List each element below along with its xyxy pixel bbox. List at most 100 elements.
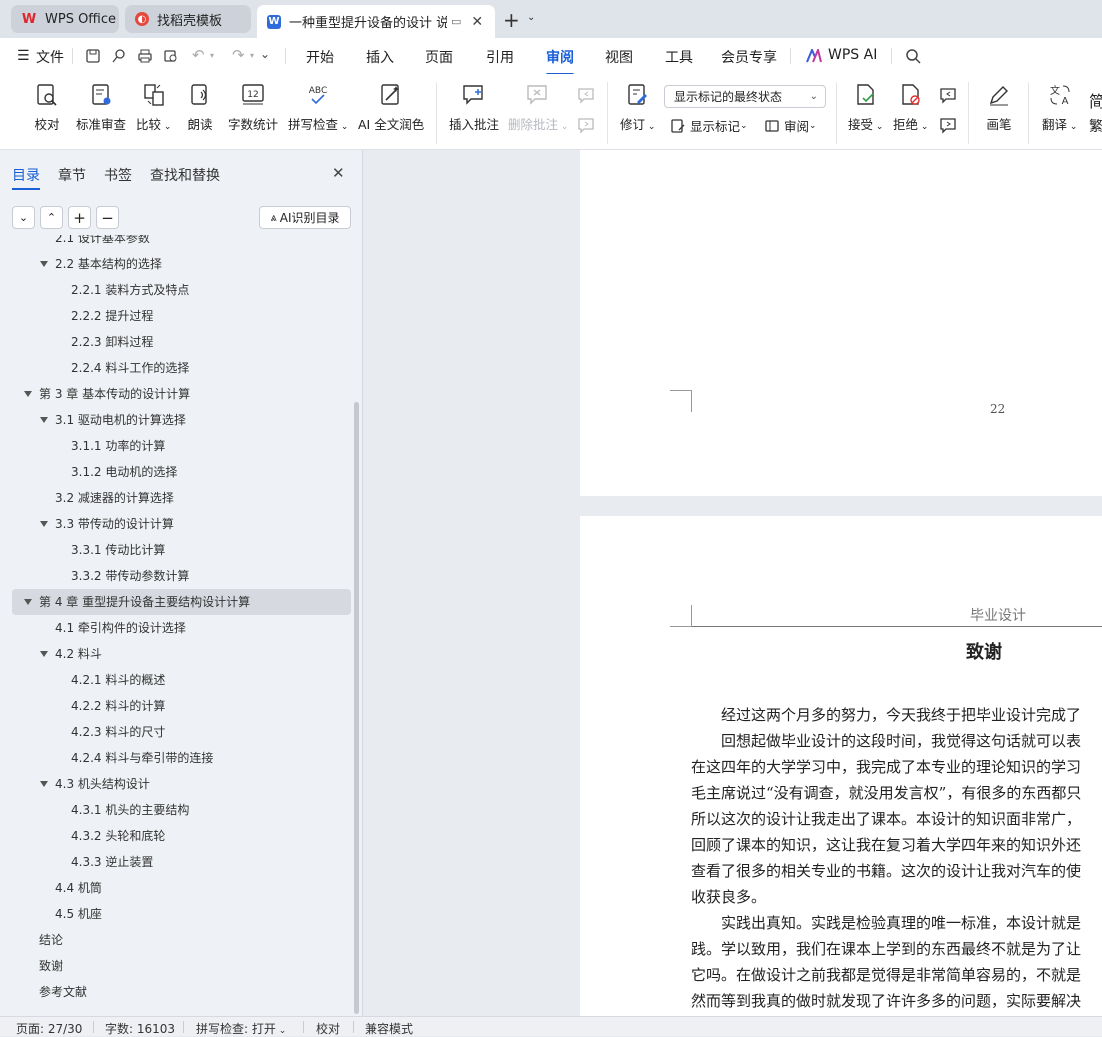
translate-button[interactable]: 文A 翻译 ⌄ bbox=[1042, 82, 1077, 133]
collapse-button[interactable]: ⌄ bbox=[12, 206, 35, 229]
toc-item[interactable]: 2.2.4 料斗工作的选择 bbox=[12, 355, 351, 381]
spell-check-button[interactable]: ABC 拼写检查 ⌄ bbox=[288, 82, 348, 133]
tab-document[interactable]: W 一种重型提升设备的设计 说明 ▭ ✕ bbox=[257, 5, 495, 38]
toc-item[interactable]: 4.4 机筒 bbox=[12, 875, 351, 901]
prev-comment-icon[interactable] bbox=[576, 86, 596, 106]
toc-item[interactable]: 4.3.3 逆止装置 bbox=[12, 849, 351, 875]
toc-item[interactable]: 2.2.2 提升过程 bbox=[12, 303, 351, 329]
menu-references[interactable]: 引用 bbox=[486, 47, 514, 67]
accept-button[interactable]: 接受 ⌄ bbox=[848, 82, 883, 133]
toc-item[interactable]: 3.1.1 功率的计算 bbox=[12, 433, 351, 459]
tab-wps-office[interactable]: W WPS Office bbox=[11, 5, 119, 33]
toc-item[interactable]: 3.1 驱动电机的计算选择 bbox=[12, 407, 351, 433]
expand-arrow-icon[interactable] bbox=[40, 651, 48, 657]
menu-review[interactable]: 审阅 bbox=[546, 47, 574, 76]
add-heading-button[interactable]: + bbox=[68, 206, 91, 229]
delete-comment-button[interactable]: 删除批注 ⌄ bbox=[508, 82, 568, 133]
close-pane-icon[interactable]: ✕ bbox=[332, 164, 345, 182]
tab-docer[interactable]: ◐ 找稻壳模板 bbox=[125, 5, 251, 33]
toc-item[interactable]: 参考文献 bbox=[12, 979, 351, 1005]
tab-bookmarks[interactable]: 书签 bbox=[104, 165, 132, 185]
toc-item[interactable]: 3.2 减速器的计算选择 bbox=[12, 485, 351, 511]
toc-item[interactable]: 2.2.1 装料方式及特点 bbox=[12, 277, 351, 303]
toc-item[interactable]: 4.3.1 机头的主要结构 bbox=[12, 797, 351, 823]
spell-check-status[interactable]: 拼写检查: 打开 ⌄ bbox=[196, 1020, 286, 1037]
prev-change-icon[interactable] bbox=[938, 86, 958, 106]
ai-polish-button[interactable]: AI 全文润色 bbox=[358, 82, 424, 133]
menu-tools[interactable]: 工具 bbox=[665, 47, 693, 67]
print-icon[interactable] bbox=[137, 48, 153, 64]
toc-item[interactable]: 4.2.3 料斗的尺寸 bbox=[12, 719, 351, 745]
tab-toc[interactable]: 目录 bbox=[12, 165, 40, 185]
expand-arrow-icon[interactable] bbox=[40, 781, 48, 787]
toc-item[interactable]: 第 4 章 重型提升设备主要结构设计计算 bbox=[12, 589, 351, 615]
menu-wps-ai[interactable]: WPS AI bbox=[828, 47, 877, 63]
expand-arrow-icon[interactable] bbox=[24, 599, 32, 605]
toc-item[interactable]: 4.2.2 料斗的计算 bbox=[12, 693, 351, 719]
chevron-down-icon[interactable]: ⌄ bbox=[527, 12, 535, 23]
expand-up-button[interactable]: ⌃ bbox=[40, 206, 63, 229]
markup-mode-select[interactable]: 显示标记的最终状态 ⌄ bbox=[664, 85, 826, 108]
chevron-down-icon[interactable]: ▾ bbox=[250, 51, 254, 60]
toc-item[interactable]: 第 3 章 基本传动的设计计算 bbox=[12, 381, 351, 407]
save-icon[interactable] bbox=[85, 48, 101, 64]
reject-button[interactable]: 拒绝 ⌄ bbox=[893, 82, 928, 133]
new-tab-icon[interactable]: + bbox=[503, 8, 520, 32]
close-tab-icon[interactable]: ✕ bbox=[471, 14, 483, 30]
pen-button[interactable]: 画笔 bbox=[986, 82, 1012, 133]
undo-icon[interactable]: ↶ bbox=[192, 46, 205, 64]
search-icon[interactable] bbox=[905, 48, 921, 64]
toc-item[interactable]: 4.2.4 料斗与牵引带的连接 bbox=[12, 745, 351, 771]
remove-heading-button[interactable]: − bbox=[96, 206, 119, 229]
standard-review-button[interactable]: 标准审查 bbox=[76, 82, 126, 133]
menu-membership[interactable]: 会员专享 bbox=[721, 47, 777, 67]
toc-item[interactable]: 结论 bbox=[12, 927, 351, 953]
simplified-chinese-button[interactable]: 简 bbox=[1089, 88, 1102, 112]
proofread-button[interactable]: 校对 bbox=[34, 82, 60, 133]
tab-find-replace[interactable]: 查找和替换 bbox=[150, 165, 220, 185]
clip-icon[interactable] bbox=[111, 48, 127, 64]
toc-item[interactable]: 致谢 bbox=[12, 953, 351, 979]
menu-view[interactable]: 视图 bbox=[605, 47, 633, 67]
print-preview-icon[interactable] bbox=[163, 48, 179, 64]
hamburger-icon[interactable]: ☰ bbox=[17, 48, 30, 64]
next-change-icon[interactable] bbox=[938, 116, 958, 136]
toc-item[interactable]: 4.3.2 头轮和底轮 bbox=[12, 823, 351, 849]
word-count-button[interactable]: 12 字数统计 bbox=[228, 82, 278, 133]
toc-item[interactable]: 4.3 机头结构设计 bbox=[12, 771, 351, 797]
expand-arrow-icon[interactable] bbox=[40, 261, 48, 267]
insert-comment-button[interactable]: 插入批注 bbox=[449, 82, 499, 133]
menu-page[interactable]: 页面 bbox=[425, 47, 453, 67]
word-count[interactable]: 字数: 16103 bbox=[105, 1020, 175, 1037]
expand-arrow-icon[interactable] bbox=[24, 391, 32, 397]
review-pane-button[interactable]: 审阅 ⌄ bbox=[764, 116, 817, 135]
proofread-status[interactable]: 校对 bbox=[316, 1020, 340, 1037]
menu-file[interactable]: 文件 bbox=[36, 47, 64, 67]
chevron-down-icon[interactable]: ▾ bbox=[210, 51, 214, 60]
menu-home[interactable]: 开始 bbox=[306, 47, 334, 67]
compare-button[interactable]: 比较 ⌄ bbox=[136, 82, 171, 133]
tab-sections[interactable]: 章节 bbox=[58, 165, 86, 185]
toc-item[interactable]: 4.2 料斗 bbox=[12, 641, 351, 667]
next-comment-icon[interactable] bbox=[576, 116, 596, 136]
scrollbar-thumb[interactable] bbox=[354, 402, 359, 1014]
more-icon[interactable]: ⌄ bbox=[260, 47, 270, 61]
monitor-icon[interactable]: ▭ bbox=[451, 15, 461, 28]
toc-item[interactable]: 2.2.3 卸料过程 bbox=[12, 329, 351, 355]
toc-item[interactable]: 3.3 带传动的设计计算 bbox=[12, 511, 351, 537]
toc-item[interactable]: 4.5 机座 bbox=[12, 901, 351, 927]
show-markup-button[interactable]: 显示标记 ⌄ bbox=[670, 116, 748, 135]
toc-item[interactable]: 4.2.1 料斗的概述 bbox=[12, 667, 351, 693]
toc-item[interactable]: 2.1 设计基本参数 bbox=[12, 235, 351, 251]
page-indicator[interactable]: 页面: 27/30 bbox=[16, 1020, 82, 1037]
read-aloud-button[interactable]: 朗读 bbox=[187, 82, 213, 133]
toc-item[interactable]: 2.2 基本结构的选择 bbox=[12, 251, 351, 277]
toc-item[interactable]: 3.3.1 传动比计算 bbox=[12, 537, 351, 563]
menu-insert[interactable]: 插入 bbox=[366, 47, 394, 67]
toc-item[interactable]: 3.1.2 电动机的选择 bbox=[12, 459, 351, 485]
toc-item[interactable]: 4.1 牵引构件的设计选择 bbox=[12, 615, 351, 641]
expand-arrow-icon[interactable] bbox=[40, 417, 48, 423]
traditional-chinese-button[interactable]: 繁 bbox=[1089, 116, 1102, 136]
redo-icon[interactable]: ↷ bbox=[232, 46, 245, 64]
ai-toc-button[interactable]: ⩓ AI识别目录 bbox=[259, 206, 351, 229]
